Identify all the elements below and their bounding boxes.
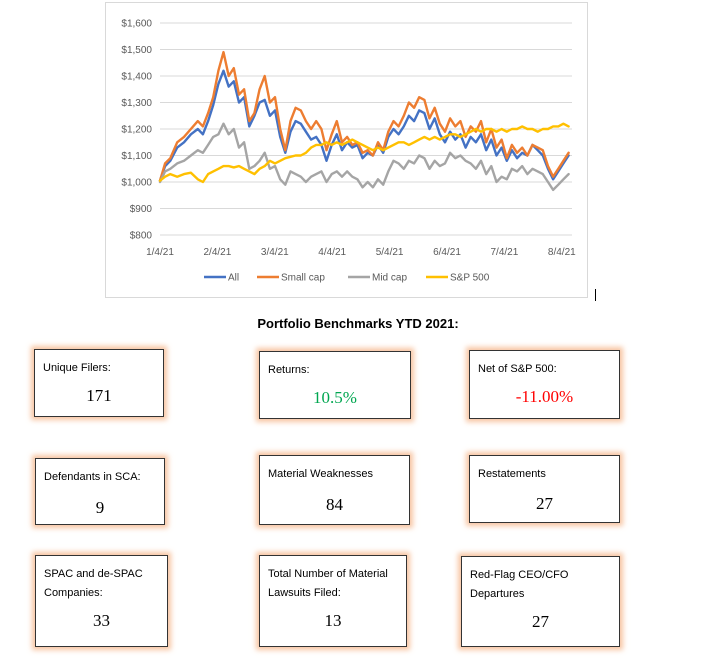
card-value: -11.00% [515,387,574,406]
x-tick-label: 4/4/21 [318,247,346,258]
x-tick-label: 7/4/21 [490,247,518,258]
legend-label: Small cap [281,273,325,284]
card-label: SPAC and de-SPAC Companies: [44,568,143,599]
y-tick-label: $1,200 [121,125,152,136]
card-value: 9 [95,498,105,517]
benchmarks-title: Portfolio Benchmarks YTD 2021: [257,316,459,331]
y-tick-label: $900 [130,204,153,215]
card-restatements: Restatements 27 [469,455,620,523]
text-cursor [595,289,596,301]
x-tick-label: 8/4/21 [548,247,576,258]
card-value: 10.5% [313,388,357,407]
card-material-weaknesses: Material Weaknesses 84 [259,455,410,525]
y-tick-label: $1,100 [121,151,152,162]
card-red-flag-departures: Red-Flag CEO/CFO Departures 27 [461,556,620,647]
card-value: 171 [86,386,112,405]
card-label: Unique Filers: [43,362,111,374]
card-value: 84 [326,495,343,514]
legend-label: S&P 500 [450,273,490,284]
card-label: Material Weaknesses [268,468,373,480]
x-tick-label: 3/4/21 [261,247,289,258]
y-tick-label: $1,300 [121,98,152,109]
card-defendants-in-sca: Defendants in SCA: 9 [35,458,165,525]
card-value: 13 [324,611,342,630]
card-value: 33 [93,611,110,630]
card-label: Restatements [478,468,546,480]
legend-label: Mid cap [372,273,407,284]
card-unique-filers: Unique Filers: 171 [34,349,164,417]
card-label: Total Number of Material Lawsuits Filed: [268,568,388,599]
line-chart: $1,600 $1,500 $1,400 $1,300 $1,200 $1,100 $1,0… [121,19,576,284]
x-tick-label: 2/4/21 [203,247,231,258]
card-label: Net of S&P 500: [478,363,557,375]
y-tick-label: $1,500 [121,45,152,56]
legend-label: All [228,273,239,284]
card-label: Red-Flag CEO/CFO Departures [470,569,569,600]
card-material-lawsuits: Total Number of Material Lawsuits Filed:… [259,555,407,647]
y-tick-label: $1,400 [121,72,152,83]
card-value: 27 [532,612,549,631]
chart-area: $1,600 $1,500 $1,400 $1,300 $1,200 $1,100 $1,0… [105,2,588,298]
x-tick-label: 6/4/21 [433,247,461,258]
card-returns: Returns: 10.5% [259,351,411,419]
y-tick-label: $1,000 [121,178,152,189]
card-label: Defendants in SCA: [44,471,141,483]
card-net-of-sp500: Net of S&P 500: -11.00% [469,350,620,419]
card-label: Returns: [268,364,310,376]
card-spac-companies: SPAC and de-SPAC Companies: 33 [35,555,168,647]
x-tick-label: 1/4/21 [146,247,174,258]
y-tick-label: $800 [130,231,153,242]
x-tick-label: 5/4/21 [376,247,404,258]
card-value: 27 [536,494,553,513]
y-tick-label: $1,600 [121,19,152,30]
